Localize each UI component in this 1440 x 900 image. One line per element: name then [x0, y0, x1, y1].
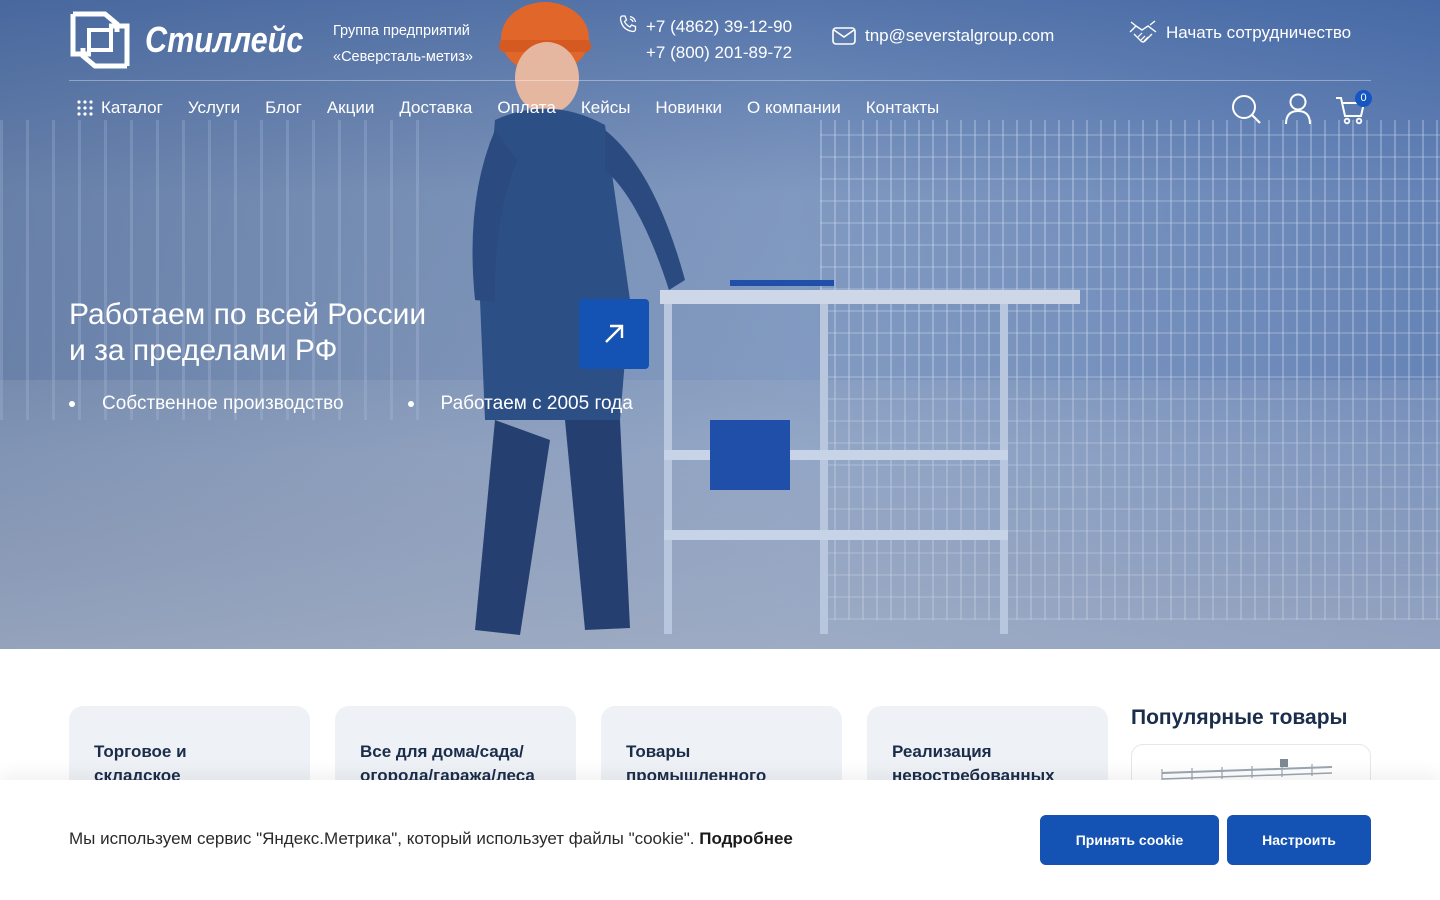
- cookie-banner: Мы используем сервис "Яндекс.Метрика", к…: [0, 780, 1440, 900]
- nav-catalog[interactable]: Каталог: [76, 98, 163, 118]
- nav-item-delivery[interactable]: Доставка: [399, 98, 472, 118]
- group-line-1: Группа предприятий: [333, 23, 470, 39]
- hero-arrow-button[interactable]: [579, 299, 649, 369]
- hero-bullet-text: Собственное производство: [102, 393, 344, 414]
- nav-item-cases[interactable]: Кейсы: [581, 98, 631, 118]
- nav-item-about[interactable]: О компании: [747, 98, 841, 118]
- hero-title-line-1: Работаем по всей России: [69, 298, 427, 331]
- account-button[interactable]: [1282, 92, 1314, 126]
- phone-block: +7 (4862) 39-12-90 +7 (800) 201-89-72: [618, 14, 792, 66]
- category-title-line: Товары: [626, 742, 691, 761]
- nav-item-blog[interactable]: Блог: [265, 98, 302, 118]
- header-tools: 0: [1230, 90, 1372, 126]
- start-cooperation-link[interactable]: Начать сотрудничество: [1128, 20, 1351, 46]
- hero-background-racks-left: [0, 120, 420, 420]
- search-button[interactable]: [1230, 92, 1262, 126]
- email-text: tnp@severstalgroup.com: [865, 26, 1055, 45]
- category-title-line: Торговое и: [94, 742, 187, 761]
- hero-title-line-2: и за пределами РФ: [69, 334, 338, 367]
- group-line-2: «Северсталь-метиз»: [333, 49, 473, 65]
- cookie-message: Мы используем сервис "Яндекс.Метрика", к…: [69, 829, 793, 849]
- email-link[interactable]: tnp@severstalgroup.com: [832, 26, 1054, 46]
- category-title-line: Реализация: [892, 742, 992, 761]
- site-logo[interactable]: Стиллейс: [69, 10, 331, 70]
- nav-item-payment[interactable]: Оплата: [497, 98, 555, 118]
- main-nav: Каталог Услуги Блог Акции Доставка Оплат…: [76, 98, 964, 118]
- popular-products-title: Популярные товары: [1131, 706, 1348, 729]
- grid-dots-icon: [77, 100, 93, 116]
- user-icon: [1285, 93, 1311, 125]
- nav-item-new[interactable]: Новинки: [655, 98, 722, 118]
- phone-icon: [619, 15, 637, 33]
- accept-cookie-button[interactable]: Принять cookie: [1040, 815, 1219, 865]
- hero-title: Работаем по всей России и за пределами Р…: [69, 297, 509, 369]
- bullet-dot: [407, 401, 414, 407]
- hero-bullet: Собственное производство: [69, 393, 344, 415]
- cart-button[interactable]: 0: [1334, 90, 1372, 126]
- nav-item-services[interactable]: Услуги: [188, 98, 240, 118]
- mail-icon: [832, 27, 856, 45]
- nav-catalog-label: Каталог: [101, 98, 163, 117]
- hero-bullet: Работаем с 2005 года: [407, 393, 633, 415]
- cooperation-text: Начать сотрудничество: [1166, 23, 1352, 42]
- hero-bullets: Собственное производство Работаем с 2005…: [69, 393, 633, 415]
- phone-2-link[interactable]: +7 (800) 201-89-72: [646, 40, 792, 66]
- cart-count-badge: 0: [1355, 90, 1372, 107]
- phone-1-link[interactable]: +7 (4862) 39-12-90: [646, 14, 792, 40]
- cookie-text: Мы используем сервис "Яндекс.Метрика", к…: [69, 829, 695, 848]
- cookie-settings-button[interactable]: Настроить: [1227, 815, 1371, 865]
- nav-item-promotions[interactable]: Акции: [327, 98, 375, 118]
- logo-text: Стиллейс: [145, 19, 304, 60]
- handshake-icon: [1129, 20, 1157, 43]
- bullet-dot: [69, 401, 75, 407]
- cart-illustration: [660, 280, 1080, 634]
- category-title-line: Все для дома/сада/: [360, 742, 524, 761]
- cookie-more-link[interactable]: Подробнее: [699, 829, 793, 848]
- company-group-label: Группа предприятий «Северсталь-метиз»: [333, 18, 473, 70]
- header-divider: [69, 80, 1371, 81]
- hero-bullet-text: Работаем с 2005 года: [440, 393, 633, 414]
- search-icon: [1232, 95, 1261, 124]
- nav-item-contacts[interactable]: Контакты: [866, 98, 939, 118]
- logo-mark-icon: [70, 11, 130, 69]
- arrow-up-right-icon: [605, 324, 624, 343]
